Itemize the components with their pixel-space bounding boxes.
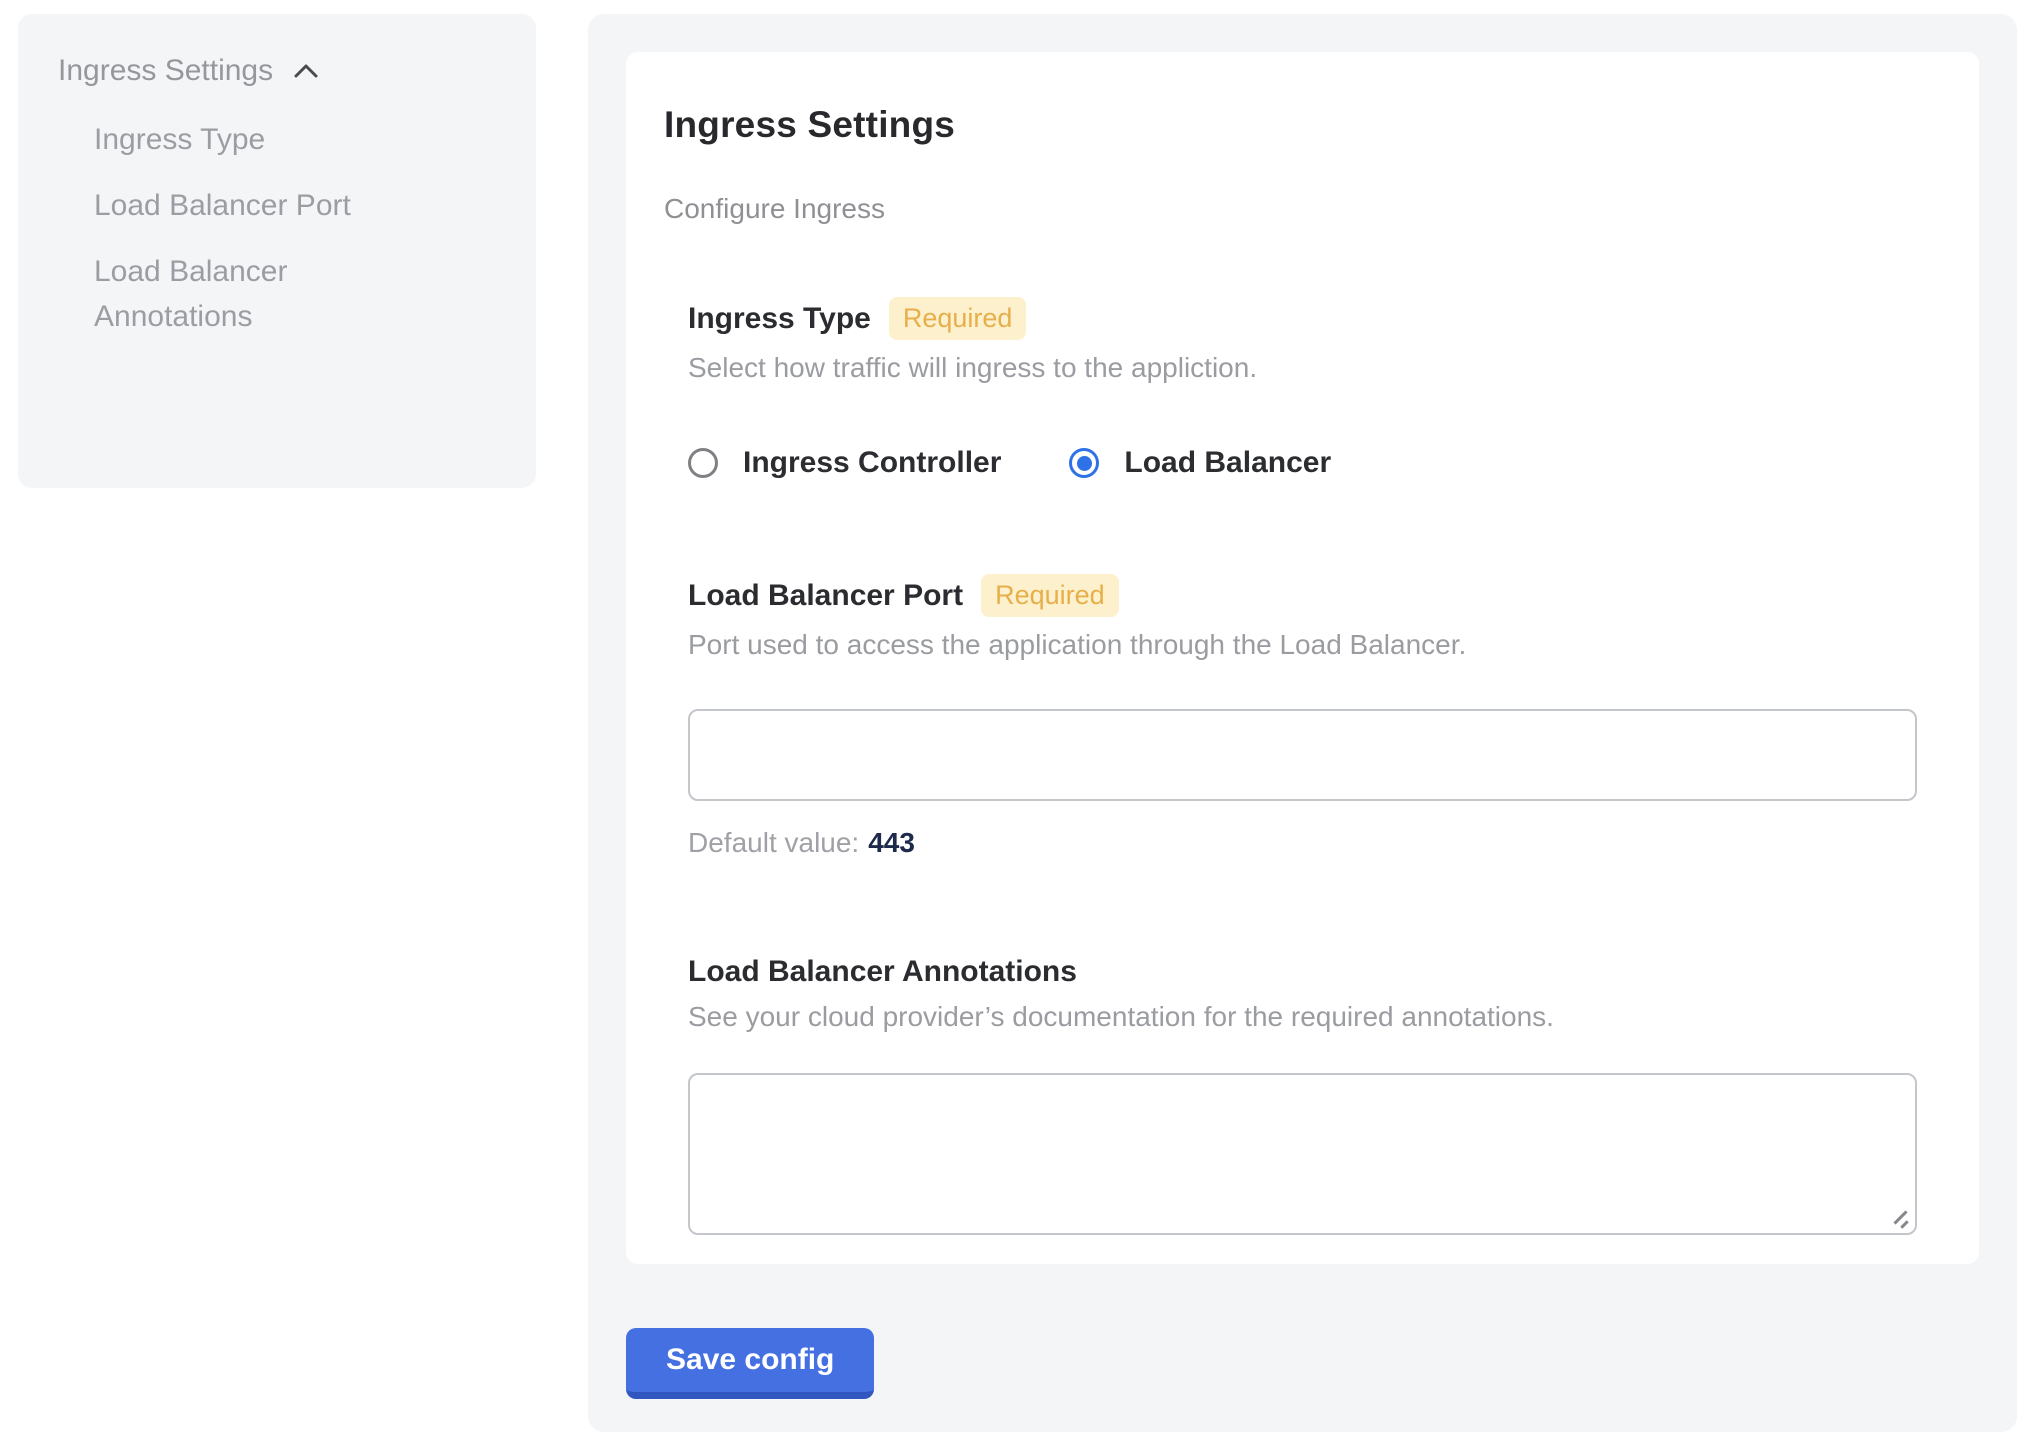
page-title: Ingress Settings <box>664 104 1941 146</box>
radio-circle-icon <box>688 448 718 478</box>
ingress-settings-card: Ingress Settings Configure Ingress Ingre… <box>626 52 1979 1264</box>
settings-panel: Ingress Settings Configure Ingress Ingre… <box>588 14 2017 1432</box>
radio-label: Load Balancer <box>1124 446 1331 480</box>
load-balancer-annotations-textarea[interactable] <box>688 1073 1917 1235</box>
load-balancer-annotations-description: See your cloud provider’s documentation … <box>688 1001 1917 1033</box>
radio-load-balancer[interactable]: Load Balancer <box>1069 446 1331 480</box>
required-badge: Required <box>889 297 1027 340</box>
required-badge: Required <box>981 574 1119 617</box>
resize-handle[interactable] <box>1889 1207 1911 1229</box>
page-subtitle: Configure Ingress <box>664 193 1941 225</box>
section-load-balancer-port: Load Balancer Port Required Port used to… <box>688 574 1917 859</box>
sidebar: Ingress Settings Ingress Type Load Balan… <box>18 14 536 488</box>
ingress-type-description: Select how traffic will ingress to the a… <box>688 352 1917 384</box>
default-value-row: Default value: 443 <box>688 827 1917 859</box>
section-load-balancer-annotations: Load Balancer Annotations See your cloud… <box>688 955 1917 1235</box>
ingress-type-radio-group: Ingress Controller Load Balancer <box>688 446 1917 480</box>
sidebar-group-label: Ingress Settings <box>58 54 273 88</box>
sidebar-group-ingress-settings[interactable]: Ingress Settings <box>58 52 502 89</box>
load-balancer-port-title: Load Balancer Port <box>688 579 963 613</box>
radio-ingress-controller[interactable]: Ingress Controller <box>688 446 1001 480</box>
sidebar-item-ingress-type[interactable]: Ingress Type <box>94 117 404 162</box>
sidebar-nav: Ingress Type Load Balancer Port Load Bal… <box>94 117 502 339</box>
radio-circle-selected-icon <box>1069 448 1099 478</box>
save-config-button[interactable]: Save config <box>626 1328 874 1399</box>
ingress-type-title: Ingress Type <box>688 302 871 336</box>
section-ingress-type: Ingress Type Required Select how traffic… <box>688 297 1917 480</box>
default-value: 443 <box>868 827 915 858</box>
default-value-label: Default value: <box>688 827 859 858</box>
load-balancer-port-description: Port used to access the application thro… <box>688 629 1917 661</box>
chevron-up-icon <box>289 55 323 89</box>
radio-label: Ingress Controller <box>743 446 1001 480</box>
sidebar-item-load-balancer-port[interactable]: Load Balancer Port <box>94 183 404 228</box>
load-balancer-port-input[interactable] <box>688 709 1917 801</box>
sidebar-item-load-balancer-annotations[interactable]: Load Balancer Annotations <box>94 249 404 339</box>
load-balancer-annotations-title: Load Balancer Annotations <box>688 955 1917 989</box>
